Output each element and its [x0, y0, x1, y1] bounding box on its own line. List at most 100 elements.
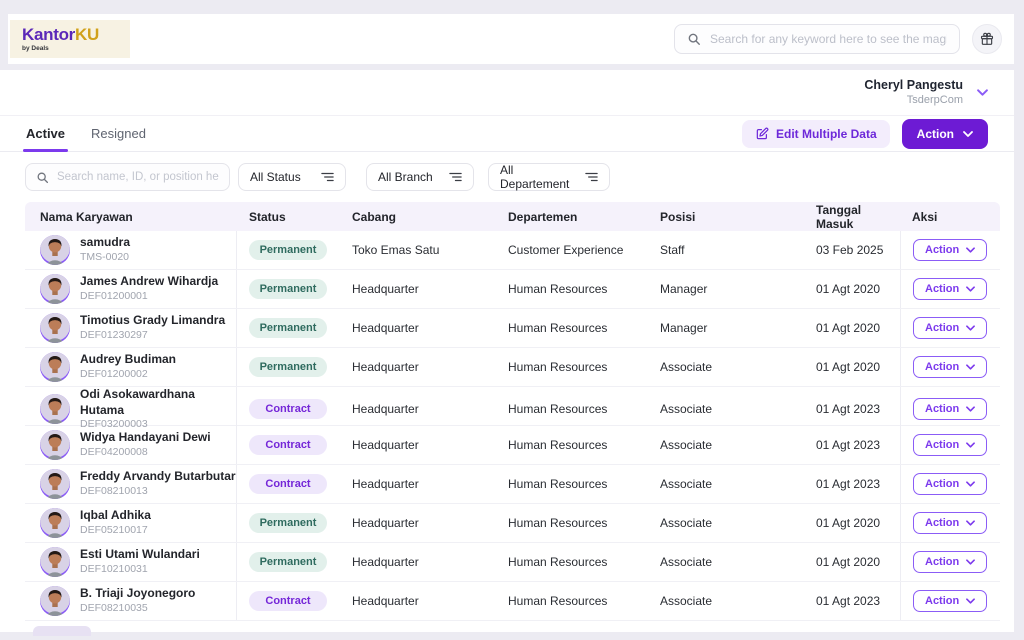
status-cell: Permanent	[237, 279, 340, 299]
position-cell: Staff	[648, 243, 804, 257]
position-cell: Associate	[648, 555, 804, 569]
employee-name-id: Esti Utami Wulandari DEF10210031	[80, 547, 200, 576]
brand-name-secondary: KU	[75, 25, 99, 44]
branch-cell: Headquarter	[340, 555, 496, 569]
employee-search-input[interactable]	[57, 171, 219, 183]
employee-id: TMS-0020	[80, 251, 130, 265]
employee-name-id: Timotius Grady Limandra DEF01230297	[80, 313, 225, 342]
chevron-down-icon	[966, 442, 975, 448]
filter-all-branch[interactable]: All Branch	[366, 163, 474, 191]
row-action-label: Action	[925, 322, 959, 334]
table-row: Audrey Budiman DEF01200002 Permanent Hea…	[25, 348, 1000, 387]
row-action-cell: Action	[900, 231, 1000, 269]
filter-lines-icon	[321, 172, 334, 182]
filter-all-status[interactable]: All Status	[238, 163, 346, 191]
employee-name: Odi Asokawardhana Hutama	[80, 387, 236, 418]
avatar	[40, 394, 70, 424]
status-cell: Permanent	[237, 513, 340, 533]
branch-cell: Headquarter	[340, 594, 496, 608]
profile-menu[interactable]: Cheryl Pangestu TsderpCom	[864, 77, 963, 108]
global-search	[674, 24, 960, 54]
row-action-label: Action	[925, 595, 959, 607]
branch-cell: Headquarter	[340, 402, 496, 416]
filter-all-departement-label: All Departement	[500, 163, 585, 191]
row-action-button[interactable]: Action	[913, 551, 987, 573]
row-action-button[interactable]: Action	[913, 239, 987, 261]
employee-name-cell: B. Triaji Joyonegoro DEF08210035	[25, 582, 237, 620]
branch-cell: Toko Emas Satu	[340, 243, 496, 257]
row-action-button[interactable]: Action	[913, 317, 987, 339]
profile-company: TsderpCom	[864, 93, 963, 107]
branch-cell: Headquarter	[340, 516, 496, 530]
avatar	[40, 586, 70, 616]
employee-id: DEF08210035	[80, 602, 195, 616]
search-icon	[36, 171, 49, 184]
branch-cell: Headquarter	[340, 360, 496, 374]
row-action-button[interactable]: Action	[913, 512, 987, 534]
employee-name-cell: samudra TMS-0020	[25, 231, 237, 269]
table-row: Freddy Arvandy Butarbutar DEF08210013 Co…	[25, 465, 1000, 504]
status-cell: Contract	[237, 435, 340, 455]
join-date-cell: 01 Agt 2023	[804, 438, 900, 452]
employee-name: James Andrew Wihardja	[80, 274, 218, 290]
tabs-bar: Active Resigned Edit Multiple Data Actio…	[0, 116, 1014, 152]
main-panel: Cheryl Pangestu TsderpCom Active Resigne…	[0, 70, 1014, 632]
edit-multiple-data-button[interactable]: Edit Multiple Data	[742, 120, 890, 148]
status-cell: Permanent	[237, 318, 340, 338]
row-action-cell: Action	[900, 270, 1000, 308]
table-body: samudra TMS-0020 Permanent Toko Emas Sat…	[25, 231, 1000, 621]
row-action-cell: Action	[900, 348, 1000, 386]
employee-name: samudra	[80, 235, 130, 251]
position-cell: Associate	[648, 360, 804, 374]
employee-name-cell: Widya Handayani Dewi DEF04200008	[25, 426, 237, 464]
row-action-button[interactable]: Action	[913, 356, 987, 378]
table-header: Nama Karyawan Status Cabang Departemen P…	[25, 202, 1000, 231]
branch-cell: Headquarter	[340, 477, 496, 491]
employee-search	[25, 163, 230, 191]
row-action-button[interactable]: Action	[913, 473, 987, 495]
tab-active-label: Active	[26, 126, 65, 141]
row-action-label: Action	[925, 283, 959, 295]
table-row: Timotius Grady Limandra DEF01230297 Perm…	[25, 309, 1000, 348]
department-cell: Human Resources	[496, 282, 648, 296]
employee-name-cell: James Andrew Wihardja DEF01200001	[25, 270, 237, 308]
tab-resigned[interactable]: Resigned	[91, 116, 146, 151]
employee-name-id: Iqbal Adhika DEF05210017	[80, 508, 151, 537]
row-action-button[interactable]: Action	[913, 278, 987, 300]
chevron-down-icon	[966, 406, 975, 412]
position-cell: Manager	[648, 321, 804, 335]
department-cell: Human Resources	[496, 555, 648, 569]
filter-all-departement[interactable]: All Departement	[488, 163, 610, 191]
partial-next-row	[33, 626, 91, 636]
row-action-label: Action	[925, 478, 959, 490]
row-action-button[interactable]: Action	[913, 398, 987, 420]
top-navigation-bar: KantorKU by Deals	[8, 14, 1014, 64]
chevron-down-icon	[966, 598, 975, 604]
row-action-cell: Action	[900, 504, 1000, 542]
action-dropdown-button[interactable]: Action	[902, 119, 988, 149]
global-search-input[interactable]	[710, 32, 947, 46]
status-badge: Permanent	[249, 318, 327, 338]
chevron-down-icon	[963, 131, 973, 137]
chevron-down-icon	[966, 481, 975, 487]
avatar	[40, 430, 70, 460]
status-badge: Contract	[249, 591, 327, 611]
row-action-button[interactable]: Action	[913, 434, 987, 456]
employee-id: DEF05210017	[80, 524, 151, 538]
rewards-button[interactable]	[972, 24, 1002, 54]
avatar	[40, 235, 70, 265]
department-cell: Human Resources	[496, 402, 648, 416]
position-cell: Manager	[648, 282, 804, 296]
branch-cell: Headquarter	[340, 282, 496, 296]
edit-multiple-data-label: Edit Multiple Data	[776, 127, 877, 141]
filter-all-branch-label: All Branch	[378, 170, 433, 184]
chevron-down-icon[interactable]	[977, 89, 988, 96]
avatar	[40, 313, 70, 343]
tab-active[interactable]: Active	[26, 116, 65, 151]
brand-name: KantorKU	[22, 26, 130, 43]
employee-id: DEF10210031	[80, 563, 200, 577]
row-action-button[interactable]: Action	[913, 590, 987, 612]
brand-logo[interactable]: KantorKU by Deals	[10, 20, 130, 58]
department-cell: Customer Experience	[496, 243, 648, 257]
department-cell: Human Resources	[496, 438, 648, 452]
